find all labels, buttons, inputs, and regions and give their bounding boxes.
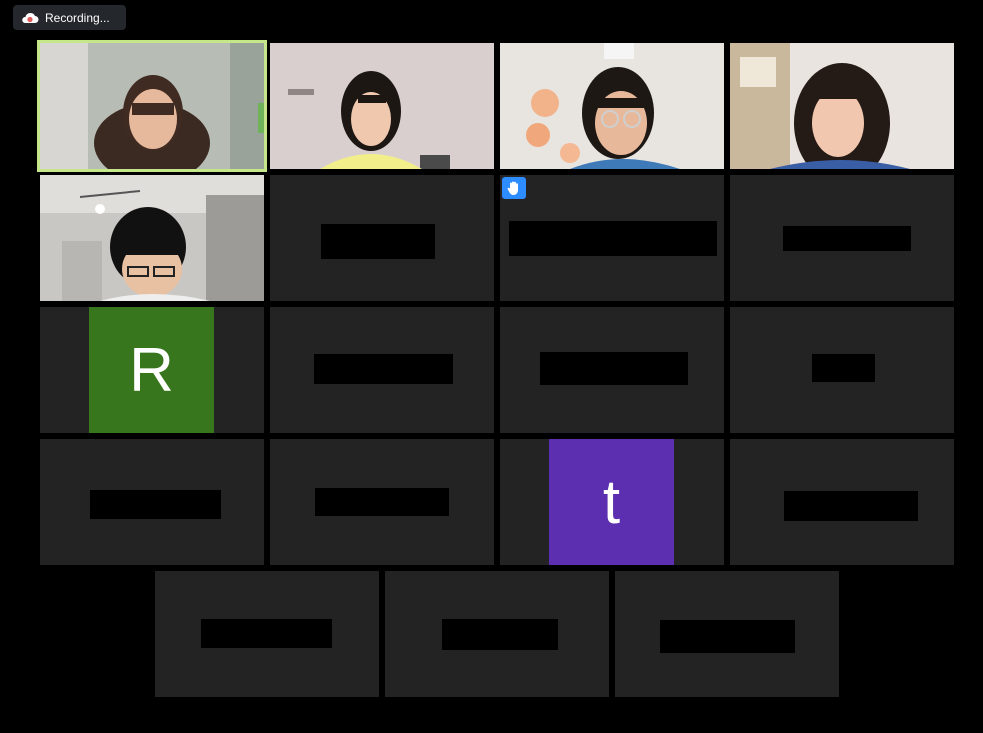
participant-name-redacted bbox=[321, 224, 435, 259]
participant-video-4 bbox=[730, 43, 954, 169]
meeting-gallery-view: Recording... R t bbox=[0, 0, 983, 733]
participant-tile-12[interactable] bbox=[730, 307, 954, 433]
participant-tile-19[interactable] bbox=[615, 571, 839, 697]
participant-name-redacted bbox=[509, 221, 717, 256]
participant-video-5 bbox=[40, 175, 264, 301]
participant-name-redacted bbox=[442, 619, 558, 650]
participant-tile-8[interactable] bbox=[730, 175, 954, 301]
participant-name-redacted bbox=[540, 352, 688, 385]
participant-tile-18[interactable] bbox=[385, 571, 609, 697]
participant-video-tile-4[interactable] bbox=[730, 43, 954, 169]
participant-avatar-t: t bbox=[549, 439, 674, 565]
avatar-initial: R bbox=[129, 335, 174, 405]
participant-tile-7[interactable] bbox=[500, 175, 724, 301]
participant-tile-15[interactable]: t bbox=[500, 439, 724, 565]
participant-name-redacted bbox=[783, 226, 911, 251]
participant-tile-9[interactable]: R bbox=[40, 307, 264, 433]
participant-tile-10[interactable] bbox=[270, 307, 494, 433]
participant-video-tile-2[interactable] bbox=[270, 43, 494, 169]
participant-name-redacted bbox=[812, 354, 875, 382]
participant-video-tile-3[interactable] bbox=[500, 43, 724, 169]
participant-tile-13[interactable] bbox=[40, 439, 264, 565]
cloud-recording-icon bbox=[22, 12, 39, 23]
participant-video-2 bbox=[270, 43, 494, 169]
participant-tile-6[interactable] bbox=[270, 175, 494, 301]
participant-avatar-r: R bbox=[89, 307, 214, 433]
participant-video-tile-1[interactable] bbox=[37, 40, 267, 172]
recording-indicator[interactable]: Recording... bbox=[13, 5, 126, 30]
participant-name-redacted bbox=[784, 491, 918, 521]
recording-label: Recording... bbox=[45, 10, 110, 25]
participant-tile-16[interactable] bbox=[730, 439, 954, 565]
avatar-initial: t bbox=[602, 467, 621, 537]
participant-tile-17[interactable] bbox=[155, 571, 379, 697]
participant-tile-14[interactable] bbox=[270, 439, 494, 565]
participant-name-redacted bbox=[660, 620, 795, 653]
participant-video-tile-5[interactable] bbox=[40, 175, 264, 301]
participant-name-redacted bbox=[90, 490, 221, 519]
participant-name-redacted bbox=[315, 488, 449, 516]
participant-name-redacted bbox=[201, 619, 332, 648]
raise-hand-icon bbox=[502, 177, 526, 199]
participant-name-redacted bbox=[314, 354, 453, 384]
participant-tile-11[interactable] bbox=[500, 307, 724, 433]
participant-video-3 bbox=[500, 43, 724, 169]
participant-video-1 bbox=[40, 43, 264, 169]
